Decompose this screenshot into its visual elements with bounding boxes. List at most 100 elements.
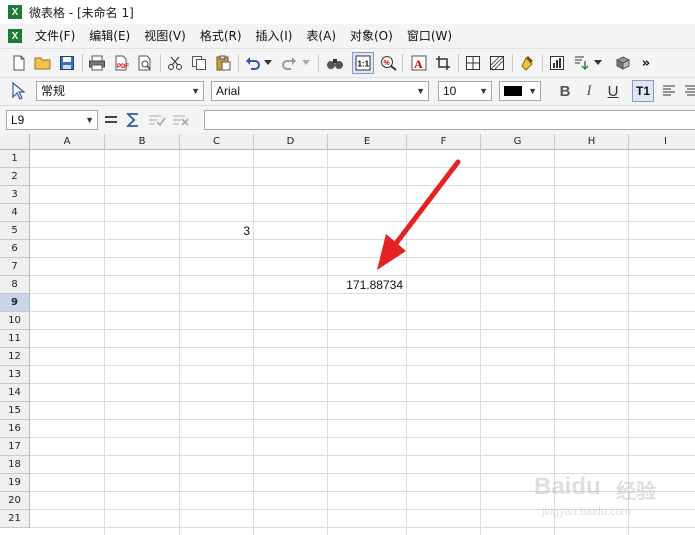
accept-icon xyxy=(146,109,168,131)
menu-table[interactable]: 表(A) xyxy=(299,25,343,47)
menu-insert[interactable]: 插入(I) xyxy=(249,25,300,47)
sort-icon[interactable] xyxy=(570,52,592,74)
text-frame-icon[interactable]: A xyxy=(408,52,430,74)
row-header[interactable]: 5 xyxy=(0,222,30,240)
row-header[interactable]: 12 xyxy=(0,348,30,366)
bold-button[interactable]: B xyxy=(554,80,576,102)
row-header[interactable]: 1 xyxy=(0,150,30,168)
chart-object-icon[interactable] xyxy=(546,52,568,74)
object-3d-icon[interactable] xyxy=(612,52,634,74)
column-header-e[interactable]: E xyxy=(328,134,407,150)
baidu-watermark: Baidu 经验 jingyan.baidu.com xyxy=(534,463,684,527)
font-color-select[interactable]: ▼ xyxy=(499,81,541,101)
menu-window[interactable]: 窗口(W) xyxy=(400,25,459,47)
column-header-c[interactable]: C xyxy=(180,134,254,150)
print-icon[interactable] xyxy=(86,52,108,74)
sum-icon[interactable] xyxy=(122,109,144,131)
column-header-g[interactable]: G xyxy=(481,134,555,150)
row-header[interactable]: 13 xyxy=(0,366,30,384)
app-logo-icon: X xyxy=(8,5,22,19)
document-icon[interactable]: X xyxy=(8,29,22,43)
cell-style-select[interactable]: 常规 ▼ xyxy=(36,81,204,101)
open-folder-icon[interactable] xyxy=(32,52,54,74)
cut-icon[interactable] xyxy=(164,52,186,74)
menu-file[interactable]: 文件(F) xyxy=(28,25,82,47)
row-header[interactable]: 21 xyxy=(0,510,30,528)
crop-icon[interactable] xyxy=(432,52,454,74)
cell-reference-box[interactable]: L9 ▼ xyxy=(6,110,98,130)
paste-icon[interactable] xyxy=(212,52,234,74)
format-painter-icon[interactable] xyxy=(516,52,538,74)
select-all-corner[interactable] xyxy=(0,134,30,150)
format-toolbar: 常规 ▼ Arial ▼ 10 ▼ ▼ B I U T1 xyxy=(0,78,695,106)
svg-text:PDF: PDF xyxy=(117,64,129,70)
row-header[interactable]: 15 xyxy=(0,402,30,420)
underline-button[interactable]: U xyxy=(602,80,624,102)
align-center-icon[interactable] xyxy=(680,80,695,102)
row-header[interactable]: 7 xyxy=(0,258,30,276)
cancel-icon xyxy=(170,109,192,131)
chevron-down-icon: ▼ xyxy=(479,86,488,96)
row-header[interactable]: 18 xyxy=(0,456,30,474)
select-pointer-icon[interactable] xyxy=(7,80,29,102)
align-left-icon[interactable] xyxy=(658,80,680,102)
redo-icon[interactable] xyxy=(278,52,300,74)
borders-icon[interactable] xyxy=(462,52,484,74)
actual-size-icon[interactable]: 1:1 xyxy=(352,52,374,74)
zoom-percent-icon[interactable]: % xyxy=(378,52,400,74)
spreadsheet-grid[interactable]: A B C D E F G H I 1 2 3 4 5 6 7 8 9 10 1… xyxy=(0,134,695,535)
row-header[interactable]: 3 xyxy=(0,186,30,204)
window-title: 微表格 - [未命名 1] xyxy=(29,5,134,20)
row-header[interactable]: 6 xyxy=(0,240,30,258)
row-header[interactable]: 11 xyxy=(0,330,30,348)
row-header[interactable]: 8 xyxy=(0,276,30,294)
save-icon[interactable] xyxy=(56,52,78,74)
undo-dropdown-icon[interactable] xyxy=(262,52,274,74)
column-header-d[interactable]: D xyxy=(254,134,328,150)
row-header[interactable]: 20 xyxy=(0,492,30,510)
font-name-select[interactable]: Arial ▼ xyxy=(211,81,429,101)
watermark-url: jingyan.baidu.com xyxy=(542,506,631,518)
annotation-arrow-icon xyxy=(377,159,461,270)
equals-icon[interactable] xyxy=(100,109,122,131)
row-header[interactable]: 4 xyxy=(0,204,30,222)
watermark-sub: 经验 xyxy=(616,479,656,503)
column-header-a[interactable]: A xyxy=(30,134,105,150)
menu-object[interactable]: 对象(O) xyxy=(343,25,400,47)
cell-d5[interactable]: 3 xyxy=(180,222,254,240)
find-icon[interactable] xyxy=(324,52,346,74)
standard-toolbar: PDF 1:1 % A » xyxy=(0,49,695,78)
column-header-h[interactable]: H xyxy=(555,134,629,150)
redo-dropdown-icon[interactable] xyxy=(300,52,312,74)
pattern-fill-icon[interactable] xyxy=(486,52,508,74)
formula-input[interactable] xyxy=(204,110,695,130)
column-header-b[interactable]: B xyxy=(105,134,180,150)
copy-icon[interactable] xyxy=(188,52,210,74)
font-size-select[interactable]: 10 ▼ xyxy=(438,81,492,101)
watermark-brand: Baidu xyxy=(534,473,601,500)
new-file-icon[interactable] xyxy=(8,52,30,74)
row-header[interactable]: 10 xyxy=(0,312,30,330)
menu-view[interactable]: 视图(V) xyxy=(137,25,193,47)
toolbar-overflow-button[interactable]: » xyxy=(638,52,654,74)
export-pdf-icon[interactable]: PDF xyxy=(110,52,132,74)
chevron-down-icon: ▼ xyxy=(85,115,94,125)
column-header-f[interactable]: F xyxy=(407,134,481,150)
formula-bar: L9 ▼ xyxy=(0,106,695,135)
row-header-active[interactable]: 9 xyxy=(0,294,30,312)
menu-format[interactable]: 格式(R) xyxy=(193,25,249,47)
chevron-down-icon: ▼ xyxy=(528,86,537,96)
undo-icon[interactable] xyxy=(242,52,264,74)
sort-dropdown-icon[interactable] xyxy=(592,52,604,74)
row-header[interactable]: 14 xyxy=(0,384,30,402)
print-preview-icon[interactable] xyxy=(134,52,156,74)
menu-bar: X 文件(F) 编辑(E) 视图(V) 格式(R) 插入(I) 表(A) 对象(… xyxy=(0,24,695,49)
row-header[interactable]: 17 xyxy=(0,438,30,456)
text-style-button[interactable]: T1 xyxy=(632,80,654,102)
row-header[interactable]: 19 xyxy=(0,474,30,492)
column-header-i[interactable]: I xyxy=(629,134,695,150)
menu-edit[interactable]: 编辑(E) xyxy=(82,25,137,47)
italic-button[interactable]: I xyxy=(578,80,600,102)
row-header[interactable]: 16 xyxy=(0,420,30,438)
row-header[interactable]: 2 xyxy=(0,168,30,186)
